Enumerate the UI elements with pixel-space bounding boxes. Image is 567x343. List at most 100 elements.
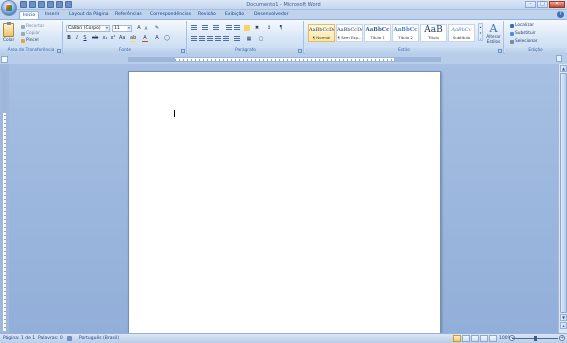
tab-desenvolvedor[interactable]: Desenvolvedor (251, 11, 291, 19)
tab-layout-da-pagina[interactable]: Layout da Página (66, 11, 112, 19)
replace-button[interactable]: Substituir (510, 31, 536, 36)
style-subtitle[interactable]: AaBbCc Subtítulo (448, 24, 475, 42)
styles-launcher-icon[interactable] (498, 49, 502, 53)
increase-indent-icon[interactable] (234, 25, 240, 31)
close-button[interactable]: ✕ (549, 1, 565, 8)
scroll-thumb[interactable] (560, 73, 567, 313)
bullets-icon[interactable] (191, 25, 197, 31)
outline-view-button[interactable] (480, 335, 488, 342)
web-layout-view-button[interactable] (471, 335, 479, 342)
align-right-icon[interactable] (207, 36, 213, 42)
draft-view-button[interactable] (489, 335, 497, 342)
tab-inicio[interactable]: Início (19, 11, 40, 19)
cut-label: Recortar (26, 24, 45, 29)
format-painter-button[interactable]: Pincel (21, 38, 39, 43)
format-painter-label: Pincel (26, 38, 39, 43)
scroll-down-icon[interactable]: ▼ (560, 314, 567, 321)
enclose-characters-icon[interactable]: ◯ (164, 35, 170, 41)
word-count[interactable]: Palavras: 0 (38, 334, 63, 343)
italic-button[interactable]: I (74, 35, 80, 41)
clipboard-launcher-icon[interactable] (57, 49, 61, 53)
paragraph-launcher-icon[interactable] (298, 49, 302, 53)
line-spacing-icon[interactable] (234, 36, 240, 42)
select-button[interactable]: Selecionar (510, 39, 538, 44)
superscript-button[interactable]: x² (110, 35, 116, 41)
style-heading-1[interactable]: AaBbCc Título 1 (364, 24, 391, 42)
justify-icon[interactable] (215, 36, 221, 42)
show-formatting-icon[interactable]: ¶ (278, 25, 284, 31)
character-shading-icon[interactable]: A (154, 35, 160, 41)
styles-group: AaBbCcDc ¶ Normal AaBbCcDc ¶ Sem Esp... … (305, 21, 504, 54)
bold-button[interactable]: B (66, 35, 72, 41)
horizontal-ruler[interactable] (128, 57, 441, 62)
decrease-indent-icon[interactable] (226, 25, 232, 31)
document-page[interactable] (128, 71, 441, 333)
font-size-value: 11 (114, 26, 120, 31)
font-name-select[interactable]: Calibri (Corpo) ▾ (66, 25, 110, 32)
zoom-in-icon[interactable]: + (559, 335, 565, 341)
numbering-icon[interactable] (202, 25, 208, 31)
distributed-icon[interactable] (223, 36, 229, 42)
copy-button[interactable]: Copiar (21, 31, 40, 36)
minimize-button[interactable]: – (525, 1, 536, 8)
styles-gallery-scroll[interactable]: ▴ ▾ ▿ (478, 23, 483, 41)
line-style-icon[interactable] (244, 25, 250, 31)
left-margin-area (129, 58, 175, 61)
office-button[interactable] (1, 0, 17, 16)
style-name: ¶ Normal (312, 35, 331, 40)
multilevel-list-icon[interactable] (213, 25, 219, 31)
print-layout-view-button[interactable] (453, 335, 461, 342)
style-sample: AaBbCc (365, 27, 390, 33)
tab-referencias[interactable]: Referências (112, 11, 145, 19)
ruler-ticks (4, 115, 6, 331)
sort-icon[interactable]: ↕ (266, 25, 272, 31)
grow-font-icon[interactable]: A (136, 25, 142, 31)
tab-inserir[interactable]: Inserir (42, 11, 63, 19)
tab-selector[interactable] (1, 56, 8, 63)
font-launcher-icon[interactable] (181, 49, 185, 53)
cursor-icon (510, 39, 514, 44)
vertical-scrollbar[interactable]: ▲ ▼ ▴ (558, 64, 567, 333)
tab-exibicao[interactable]: Exibição (222, 11, 247, 19)
style-normal[interactable]: AaBbCcDc ¶ Normal (308, 24, 335, 42)
scroll-up-icon[interactable]: ▲ (560, 65, 567, 72)
zoom-slider-knob[interactable] (534, 336, 537, 341)
underline-button[interactable]: S (82, 35, 88, 41)
paste-button-label[interactable]: Colar (3, 38, 14, 43)
style-heading-2[interactable]: AaBbCc Título 2 (392, 24, 419, 42)
clear-formatting-icon[interactable]: ✎ (154, 25, 160, 31)
shrink-font-icon[interactable]: A (143, 26, 149, 32)
tab-revisao[interactable]: Revisão (195, 11, 219, 19)
full-screen-reading-view-button[interactable] (462, 335, 470, 342)
view-ruler-button[interactable] (556, 55, 562, 62)
strikethrough-button[interactable]: ab (92, 35, 98, 41)
change-styles-button[interactable]: A Alterar Estilos (485, 23, 502, 44)
font-size-select[interactable]: 11 ▾ (112, 25, 132, 32)
language-indicator[interactable]: Português (Brasil) (79, 334, 119, 343)
previous-page-icon[interactable]: ▴ (560, 322, 567, 329)
asian-layout-icon[interactable]: ✖ (254, 25, 260, 31)
page-count[interactable]: Página: 1 de 1 (3, 334, 35, 343)
copy-label: Copiar (26, 31, 40, 36)
maximize-button[interactable]: □ (537, 1, 548, 8)
ruler-bar (0, 54, 567, 64)
paste-icon[interactable] (3, 22, 14, 37)
shading-icon[interactable]: ▦ (246, 36, 252, 42)
proofing-icon[interactable] (67, 336, 72, 341)
help-icon[interactable]: ? (557, 11, 564, 18)
tab-correspondencias[interactable]: Correspondências (147, 11, 194, 19)
find-button[interactable]: Localizar (510, 23, 534, 28)
subscript-button[interactable]: x₂ (102, 35, 108, 41)
style-sample: AaB (424, 25, 443, 35)
style-no-spacing[interactable]: AaBbCcDc ¶ Sem Esp... (336, 24, 363, 42)
change-case-icon[interactable]: Aa (119, 35, 125, 41)
change-styles-label: Alterar Estilos (486, 34, 501, 44)
binoculars-icon (510, 23, 514, 28)
align-left-icon[interactable] (191, 36, 197, 42)
cut-button[interactable]: Recortar (21, 24, 44, 29)
borders-icon[interactable]: ▢ (258, 36, 264, 42)
zoom-slider[interactable] (512, 336, 558, 341)
align-center-icon[interactable] (199, 36, 205, 42)
vertical-ruler[interactable] (2, 70, 7, 332)
style-title[interactable]: AaB Título (420, 24, 447, 42)
